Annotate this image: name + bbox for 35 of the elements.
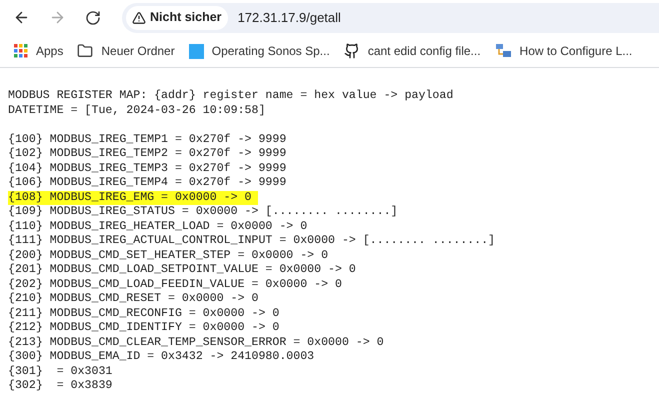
folder-icon <box>77 43 94 59</box>
bookmark-item[interactable]: Neuer Ordner <box>73 38 179 64</box>
url-text: 172.31.17.9/getall <box>238 8 341 27</box>
register-line: {211} MODBUS_CMD_RECONFIG = 0x0000 -> 0 <box>8 306 280 321</box>
register-line: {100} MODBUS_IREG_TEMP1 = 0x270f -> 9999 <box>8 132 286 147</box>
security-label: Nicht sicher <box>150 9 222 26</box>
header-line: MODBUS REGISTER MAP: {addr} register name = hex value -> payload <box>8 89 454 104</box>
reload-icon <box>85 10 101 26</box>
bookmark-item[interactable]: Apps <box>10 38 68 64</box>
warning-icon <box>132 10 146 24</box>
security-chip[interactable]: Nicht sicher <box>126 6 228 30</box>
register-line: {300} MODBUS_EMA_ID = 0x3432 -> 2410980.0003 <box>8 350 314 364</box>
register-line: {106} MODBUS_IREG_TEMP4 = 0x270f -> 9999 <box>8 176 286 190</box>
bookmark-item[interactable]: Operating Sonos Sp... <box>184 38 334 64</box>
register-line: {301} = 0x3031 <box>8 364 112 379</box>
register-line: {212} MODBUS_CMD_IDENTIFY = 0x0000 -> 0 <box>8 321 280 336</box>
register-line: {110} MODBUS_IREG_HEATER_LOAD = 0x0000 -> 0 <box>8 220 308 234</box>
register-line: {302} = 0x3839 <box>8 379 112 394</box>
bookmark-item[interactable]: How to Configure L... <box>490 38 636 64</box>
bookmark-item[interactable]: cant edid config file... <box>340 38 485 64</box>
network-computers-icon <box>494 43 512 59</box>
register-line: {202} MODBUS_CMD_LOAD_FEEDIN_VALUE = 0x0000 -> 0 <box>8 278 342 292</box>
register-line: {104} MODBUS_IREG_TEMP3 = 0x270f -> 9999 <box>8 162 286 176</box>
register-line: {109} MODBUS_IREG_STATUS = 0x0000 -> [........ ........] <box>8 205 398 220</box>
register-line: {102} MODBUS_IREG_TEMP2 = 0x270f -> 9999 <box>8 147 286 162</box>
apps-grid-icon <box>14 44 28 58</box>
header-line: DATETIME = [Tue, 2024-03-26 10:09:58] <box>8 104 266 118</box>
register-line: {111} MODBUS_IREG_ACTUAL_CONTROL_INPUT = 0x0000 -> [........ ........] <box>8 234 496 248</box>
square-icon <box>188 44 204 58</box>
address-bar[interactable]: Nicht sicher 172.31.17.9/getall <box>122 2 659 32</box>
github-icon <box>344 43 360 59</box>
register-line: {201} MODBUS_CMD_LOAD_SETPOINT_VALUE = 0x0000 -> 0 <box>8 263 356 278</box>
register-line: {200} MODBUS_CMD_SET_HEATER_STEP = 0x0000 -> 0 <box>8 248 328 263</box>
register-line: {213} MODBUS_CMD_CLEAR_TEMP_SENSOR_ERROR = 0x0000 -> 0 <box>8 336 384 350</box>
register-line: {210} MODBUS_CMD_RESET = 0x0000 -> 0 <box>8 292 258 306</box>
